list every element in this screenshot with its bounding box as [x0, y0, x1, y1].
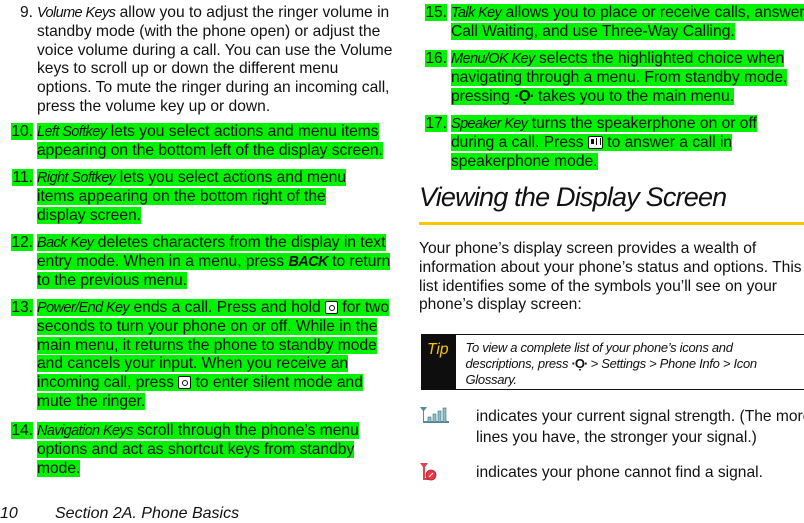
section-intro: Your phone’s display screen provides a w… — [419, 240, 804, 315]
item-term: Volume Keys — [37, 5, 115, 21]
signal-strength-icon — [419, 406, 451, 430]
item-number: 14. — [11, 422, 33, 439]
item-number: 11. — [12, 169, 33, 186]
speaker-key-icon — [588, 136, 603, 149]
item-term: Talk Key — [451, 5, 501, 21]
tip-text: To view a complete list of your phone’s … — [456, 335, 804, 389]
tip-label: Tip — [422, 335, 456, 389]
heading-rule — [419, 222, 804, 225]
item-text: allows you to place or receive calls, an… — [451, 4, 804, 40]
list-item-volume-keys: 9. Volume Keys allow you to adjust the r… — [0, 4, 400, 114]
item-number: 10. — [11, 123, 33, 140]
item-term: Menu/OK Key — [451, 51, 535, 67]
section-heading: Viewing the Display Screen — [419, 182, 726, 213]
item-number: 13. — [11, 299, 33, 316]
footer-section: Section 2A. Phone Basics — [55, 505, 239, 522]
item-term: Left Softkey — [37, 124, 106, 140]
item-number: 16. — [425, 50, 447, 67]
item-term: Right Softkey — [37, 170, 115, 186]
item-term: Back Key — [37, 235, 93, 251]
menu-ok-key-icon: ·Ọ· — [572, 356, 588, 372]
item-term: Power/End Key — [37, 300, 129, 316]
back-key-label: BACK — [288, 254, 328, 270]
item-text: ends a call. Press and hold — [129, 299, 325, 316]
menu-ok-key-icon: ·Ọ· — [514, 88, 534, 107]
item-number: 12. — [11, 234, 33, 251]
tip-box: Tip To view a complete list of your phon… — [421, 334, 804, 390]
item-number: 15. — [425, 4, 447, 21]
icon-row-signal-strength: indicates your current signal strength. … — [419, 406, 804, 450]
item-term: Navigation Keys — [37, 423, 133, 439]
item-text: takes you to the main menu. — [534, 88, 734, 105]
power-end-key-icon — [325, 301, 338, 314]
no-signal-icon — [419, 462, 441, 488]
item-term: Speaker Key — [451, 116, 527, 132]
power-end-key-icon — [178, 376, 191, 389]
icon-description: indicates your current signal strength. … — [476, 406, 804, 448]
page-footer: 10Section 2A. Phone Basics — [0, 505, 239, 523]
icon-description: indicates your phone cannot find a signa… — [476, 462, 804, 483]
page-number: 10 — [0, 505, 55, 523]
item-number: 17. — [425, 115, 447, 132]
item-number: 9. — [0, 4, 33, 23]
icon-row-no-signal: indicates your phone cannot find a signa… — [419, 462, 804, 484]
